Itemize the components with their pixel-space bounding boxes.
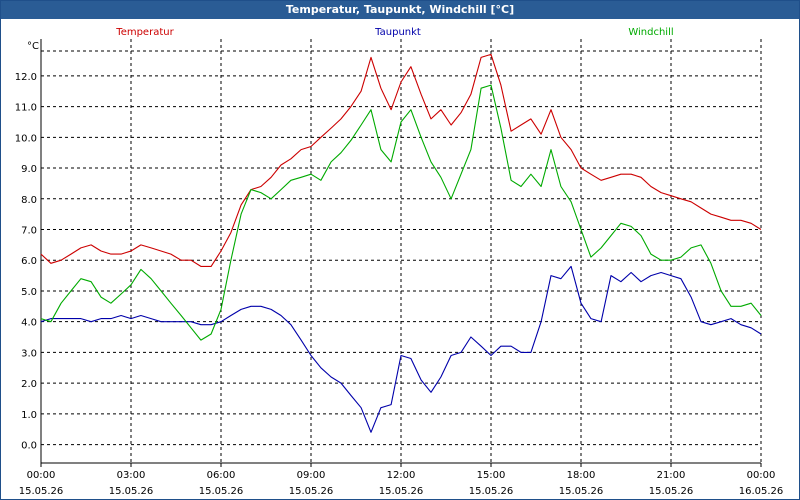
series-line-windchill	[40, 84, 762, 341]
legend-item-taupunkt: Taupunkt	[374, 27, 421, 38]
x-tick-time-label: 03:00	[117, 470, 146, 481]
legend: Temperatur Taupunkt Windchill	[115, 27, 673, 38]
x-tick-date-label: 15.05.26	[379, 486, 424, 497]
x-tick-time-label: 09:00	[297, 470, 326, 481]
x-tick-date-label: 16.05.26	[739, 486, 784, 497]
x-tick-date-label: 15.05.26	[469, 486, 514, 497]
y-axis-ticks: 0.0 1.0 2.0 3.0 4.0 5.0 6.0 7.0 8.0 9.0 10.0 11.0 12…	[15, 72, 37, 452]
x-tick-time-label: 00:00	[27, 470, 56, 481]
legend-item-windchill: Windchill	[628, 27, 673, 38]
chart-window: Temperatur, Taupunkt, Windchill [°C] 0.0…	[0, 0, 800, 500]
axes	[40, 39, 762, 467]
y-tick-label: 9.0	[21, 164, 37, 175]
x-tick-time-label: 06:00	[207, 470, 236, 481]
y-tick-label: 3.0	[21, 348, 37, 359]
y-tick-label: 8.0	[21, 195, 37, 206]
y-tick-label: 7.0	[21, 225, 37, 236]
y-tick-label: 11.0	[15, 103, 37, 114]
x-tick-date-label: 15.05.26	[649, 486, 694, 497]
x-tick-time-label: 18:00	[567, 470, 596, 481]
x-tick-date-label: 15.05.26	[109, 486, 154, 497]
x-axis-ticks: 00:00 15.05.26 03:00 15.05.26 06:00 15.05.26 0…	[19, 470, 784, 497]
grid	[40, 39, 762, 463]
x-tick-date-label: 15.05.26	[289, 486, 334, 497]
y-tick-label: 4.0	[21, 318, 37, 329]
y-tick-label: 12.0	[15, 72, 37, 83]
x-tick-time-label: 12:00	[387, 470, 416, 481]
x-tick-date-label: 15.05.26	[199, 486, 244, 497]
x-tick-time-label: 15:00	[477, 470, 506, 481]
y-tick-label: 5.0	[21, 287, 37, 298]
x-tick-date-label: 15.05.26	[559, 486, 604, 497]
y-tick-label: 2.0	[21, 379, 37, 390]
x-tick-date-label: 15.05.26	[19, 486, 64, 497]
y-tick-label: 0.0	[21, 441, 37, 452]
x-tick-time-label: 00:00	[747, 470, 776, 481]
y-tick-label: 1.0	[21, 410, 37, 421]
line-chart: 0.0 1.0 2.0 3.0 4.0 5.0 6.0 7.0 8.0 9.0 10.0 11.0 12…	[15, 27, 784, 497]
x-tick-time-label: 21:00	[657, 470, 686, 481]
legend-item-temperatur: Temperatur	[115, 27, 174, 38]
y-axis-unit-label: °C	[27, 41, 39, 52]
y-tick-label: 6.0	[21, 256, 37, 267]
y-tick-label: 10.0	[15, 133, 37, 144]
